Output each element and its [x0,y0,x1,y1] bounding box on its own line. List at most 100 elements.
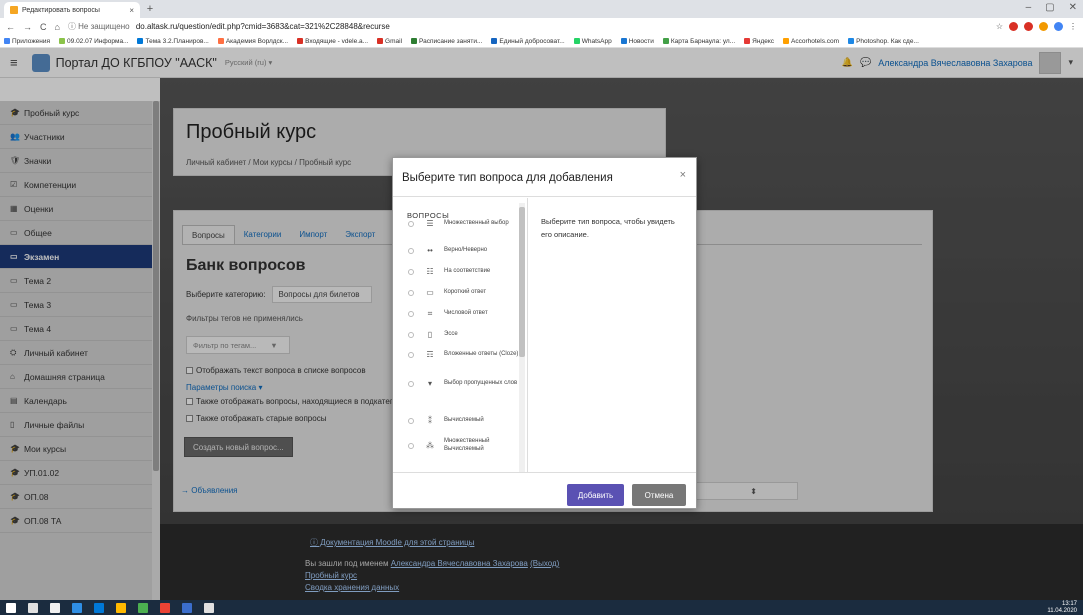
bookmark-label: Входящие - vdele.a... [305,37,369,45]
question-type-label: Множественный выбор [444,219,509,226]
extension-icon[interactable] [1039,22,1048,31]
bookmark-star-icon[interactable]: ☆ [996,22,1003,31]
taskbar-app-icon[interactable] [160,602,170,613]
not-secure-label: ⓘ Не защищено [67,22,130,31]
radio-button[interactable] [408,380,414,387]
question-type-option[interactable]: •• Верно/Неверно [393,246,520,255]
browser-menu-icon[interactable]: ⋮ [1069,22,1077,31]
question-type-option[interactable]: ⌗ Числовой ответ [393,309,520,319]
bookmark-item[interactable]: Gmail [377,38,402,45]
question-type-description: Выберите тип вопроса, чтобы увидеть его … [541,217,675,239]
window-controls: – ▢ ✕ [1026,2,1077,13]
question-list-scrollbar[interactable] [519,203,525,473]
bookmark-label: Photoshop. Как сде... [856,37,919,45]
dialog-header: Выберите тип вопроса для добавления × [393,158,696,197]
windows-start-icon[interactable] [6,602,16,613]
radio-button[interactable] [408,311,414,317]
question-type-label: Эссе [444,330,458,337]
new-tab-button[interactable]: + [144,3,156,15]
taskbar-app-icon[interactable] [72,602,82,613]
taskbar-app-icon[interactable] [28,602,38,613]
cancel-button[interactable]: Отмена [632,484,686,506]
home-icon[interactable]: ⌂ [55,22,60,32]
bookmark-item[interactable]: WhatsApp [573,38,612,45]
bookmark-favicon-icon [137,38,144,44]
address-bar-row: ← → C ⌂ ⓘ Не защищено do.altask.ru/quest… [0,18,1083,35]
bookmark-item[interactable]: Единый добросоват... [491,38,565,45]
bookmark-item[interactable]: Карта Барнаула: ул... [662,37,736,45]
question-type-icon: ☷ [426,267,434,276]
bookmark-item[interactable]: Яндекс [744,38,774,45]
question-type-icon: ▭ [426,288,434,297]
question-type-list: ВОПРОСЫ ☰ Множественный выбор •• Верно/Неве… [393,198,528,472]
bookmark-label: Приложения [12,37,51,45]
question-type-option[interactable]: ▾ Выбор пропущенных слов [393,379,520,388]
browser-tab[interactable]: Редактировать вопросы × [4,2,140,18]
taskbar-app-icon[interactable] [50,602,60,613]
minimize-icon[interactable]: – [1026,2,1032,13]
bookmark-item[interactable]: Академия Ворлдск... [217,37,289,45]
bookmark-label: Тема 3.2.Планиров... [145,37,209,45]
question-type-label: Вычисляемый [444,416,484,423]
bookmark-favicon-icon [297,38,304,44]
browser-extensions: ☆ ⋮ [996,22,1077,31]
taskbar-clock[interactable]: 13:17 11.04.2020 [1047,601,1077,615]
add-button[interactable]: Добавить [567,484,624,506]
question-type-icon: •• [427,246,433,255]
taskbar-app-icon[interactable] [204,602,214,613]
dialog-close-icon[interactable]: × [680,169,686,181]
taskbar-app-icon[interactable] [116,602,126,613]
bookmark-item[interactable]: Photoshop. Как сде... [848,38,919,45]
radio-button[interactable] [408,268,414,275]
windows-taskbar: 13:17 11.04.2020 [0,600,1083,615]
extension-icon[interactable] [1009,22,1018,31]
question-type-icon: ☶ [426,350,434,359]
question-list-scrollbar-thumb[interactable] [519,207,525,357]
question-type-option[interactable]: ☰ Множественный выбор [393,219,520,228]
question-type-icon: ☰ [426,219,434,228]
clock-date: 11.04.2020 [1047,607,1077,614]
radio-button[interactable] [408,247,414,254]
radio-button[interactable] [408,220,414,227]
radio-button[interactable] [408,417,414,424]
maximize-icon[interactable]: ▢ [1045,2,1054,13]
question-type-option[interactable]: ☶ Вложенные ответы (Cloze) [393,350,520,359]
question-type-label: На соответствие [444,267,491,274]
bookmark-label: Академия Ворлдск... [225,37,289,45]
radio-button[interactable] [408,289,414,296]
bookmark-item[interactable]: Accorhotels.com [783,38,839,45]
bookmark-label: Карта Барнаула: ул... [670,37,736,45]
bookmark-favicon-icon [783,38,790,44]
window-close-icon[interactable]: ✕ [1069,2,1077,13]
question-type-option[interactable]: ⁑ Вычисляемый [393,416,520,425]
back-icon[interactable]: ← [6,22,15,32]
bookmark-favicon-icon [411,38,418,44]
question-type-option[interactable]: ☷ На соответствие [393,267,520,276]
radio-button[interactable] [408,331,414,338]
taskbar-app-icon[interactable] [138,602,148,613]
bookmark-label: 09.02.07 Информа... [67,37,129,45]
bookmark-favicon-icon [217,38,224,44]
bookmark-item[interactable]: 09.02.07 Информа... [59,38,128,45]
question-type-option[interactable]: ▯ Эссе [393,330,520,339]
question-type-icon: ⌗ [427,309,433,318]
bookmark-item[interactable]: Входящие - vdele.a... [297,38,368,45]
bookmark-item[interactable]: Новости [620,38,654,45]
taskbar-app-icon[interactable] [94,602,104,613]
tab-close-icon[interactable]: × [129,6,134,15]
bookmark-favicon-icon [4,38,10,44]
dialog-title: Выберите тип вопроса для добавления [402,172,613,184]
radio-button[interactable] [408,442,414,449]
question-type-option[interactable]: ▭ Короткий ответ [393,288,520,297]
bookmark-item[interactable]: Расписание заняти... [411,38,482,45]
reload-icon[interactable]: C [40,22,47,32]
bookmark-item[interactable]: Приложения [4,38,50,45]
profile-icon[interactable] [1054,22,1063,31]
radio-button[interactable] [408,351,414,358]
forward-icon[interactable]: → [23,22,32,32]
question-type-option[interactable]: ⁂ Множественный Вычисляемый [393,438,520,453]
extension-icon[interactable] [1024,22,1033,31]
url-field[interactable]: ⓘ Не защищено do.altask.ru/question/edit… [68,21,996,32]
taskbar-app-icon[interactable] [182,602,192,613]
bookmark-item[interactable]: Тема 3.2.Планиров... [137,37,209,45]
